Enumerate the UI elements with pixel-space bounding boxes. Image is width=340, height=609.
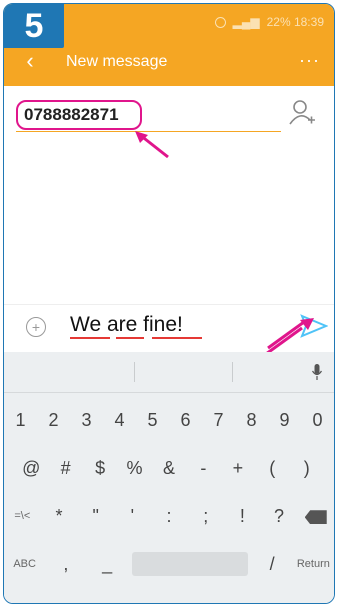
add-contact-icon[interactable] — [288, 98, 316, 128]
recipient-field[interactable]: 0788882871 — [16, 100, 142, 130]
signal-icon: ▂▄▆ — [232, 15, 260, 29]
spellcheck-underline — [116, 337, 144, 339]
key[interactable]: ; — [187, 496, 224, 536]
space-key[interactable] — [128, 544, 252, 584]
message-input[interactable]: We are fine! — [70, 313, 183, 337]
plus-icon[interactable]: + — [26, 317, 46, 337]
number-row: 1 2 3 4 5 6 7 8 9 0 — [4, 400, 334, 440]
spellcheck-underline — [152, 337, 202, 339]
key[interactable]: 5 — [136, 400, 169, 440]
phone-screen: ▂▄▆ 22% 18:39 5 ‹ New message ··· 078888… — [3, 3, 335, 604]
key[interactable]: " — [77, 496, 114, 536]
status-icons: ▂▄▆ 22% 18:39 — [214, 15, 324, 29]
key[interactable]: 3 — [70, 400, 103, 440]
key[interactable]: 2 — [37, 400, 70, 440]
key[interactable]: 4 — [103, 400, 136, 440]
key[interactable]: : — [151, 496, 188, 536]
spacebar — [131, 552, 248, 576]
key[interactable]: @ — [14, 448, 48, 488]
key[interactable]: % — [117, 448, 151, 488]
status-time: 22% 18:39 — [266, 15, 324, 29]
key[interactable]: ( — [255, 448, 289, 488]
abc-key[interactable]: ABC — [4, 544, 45, 584]
backspace-key[interactable] — [297, 496, 334, 536]
key[interactable]: ' — [114, 496, 151, 536]
key[interactable]: ) — [290, 448, 324, 488]
key[interactable]: 9 — [268, 400, 301, 440]
microphone-icon[interactable] — [312, 364, 322, 380]
alarm-icon — [214, 16, 226, 28]
divider — [232, 362, 233, 382]
symbol-row-1: @ # $ % & - + ( ) — [4, 448, 334, 488]
key[interactable]: 8 — [235, 400, 268, 440]
backspace-icon — [304, 510, 327, 525]
slash-key[interactable]: / — [252, 544, 293, 584]
more-options-icon[interactable]: ··· — [299, 50, 320, 71]
keyboard: 1 2 3 4 5 6 7 8 9 0 @ # $ % & - + ( ) =\… — [4, 352, 334, 603]
key[interactable]: 7 — [202, 400, 235, 440]
page-title: New message — [66, 53, 168, 70]
suggestion-row — [4, 352, 334, 393]
key[interactable]: ? — [261, 496, 298, 536]
key[interactable]: * — [41, 496, 78, 536]
step-badge: 5 — [4, 4, 64, 48]
back-arrow-icon[interactable]: ‹ — [18, 48, 42, 74]
key[interactable]: 1 — [4, 400, 37, 440]
bottom-row: ABC , _ / Return — [4, 544, 334, 584]
key[interactable]: $ — [83, 448, 117, 488]
key[interactable]: 6 — [169, 400, 202, 440]
underscore-key[interactable]: _ — [87, 544, 128, 584]
more-symbols-key[interactable]: =\< — [4, 496, 41, 536]
divider — [134, 362, 135, 382]
key[interactable]: ! — [224, 496, 261, 536]
key[interactable]: & — [152, 448, 186, 488]
key[interactable]: # — [48, 448, 82, 488]
symbol-row-2: =\< * " ' : ; ! ? — [4, 496, 334, 536]
comma-key[interactable]: , — [45, 544, 86, 584]
key[interactable]: - — [186, 448, 220, 488]
spellcheck-underline — [70, 337, 110, 339]
return-key[interactable]: Return — [293, 544, 334, 584]
annotation-arrow-icon — [135, 131, 169, 159]
key[interactable]: 0 — [301, 400, 334, 440]
key[interactable]: + — [221, 448, 255, 488]
